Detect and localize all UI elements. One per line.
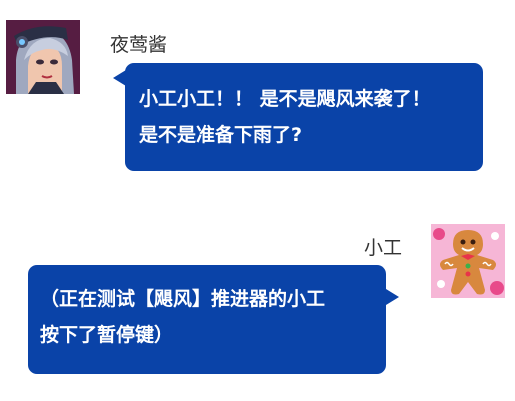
message-text-line: 按下了暂停键）	[40, 324, 174, 346]
message-text-line: 是不是准备下雨了?	[139, 124, 303, 146]
bubble-tail	[386, 289, 399, 305]
sender-name: 小工	[363, 237, 402, 259]
message-text-line: 小工小工！！ 是不是飓风来袭了！	[139, 88, 431, 110]
gingerbread-man-avatar-icon	[431, 224, 505, 298]
armored-woman-avatar-icon	[6, 20, 80, 94]
sender-avatar-right[interactable]	[431, 224, 505, 298]
message-text-line: （正在测试【飓风】推进器的小工	[40, 288, 326, 310]
sender-name: 夜莺酱	[110, 34, 168, 56]
message-bubble[interactable]: （正在测试【飓风】推进器的小工 按下了暂停键）	[28, 265, 386, 374]
message-bubble[interactable]: 小工小工！！ 是不是飓风来袭了！ 是不是准备下雨了?	[125, 63, 483, 171]
sender-avatar-left[interactable]	[6, 20, 80, 94]
